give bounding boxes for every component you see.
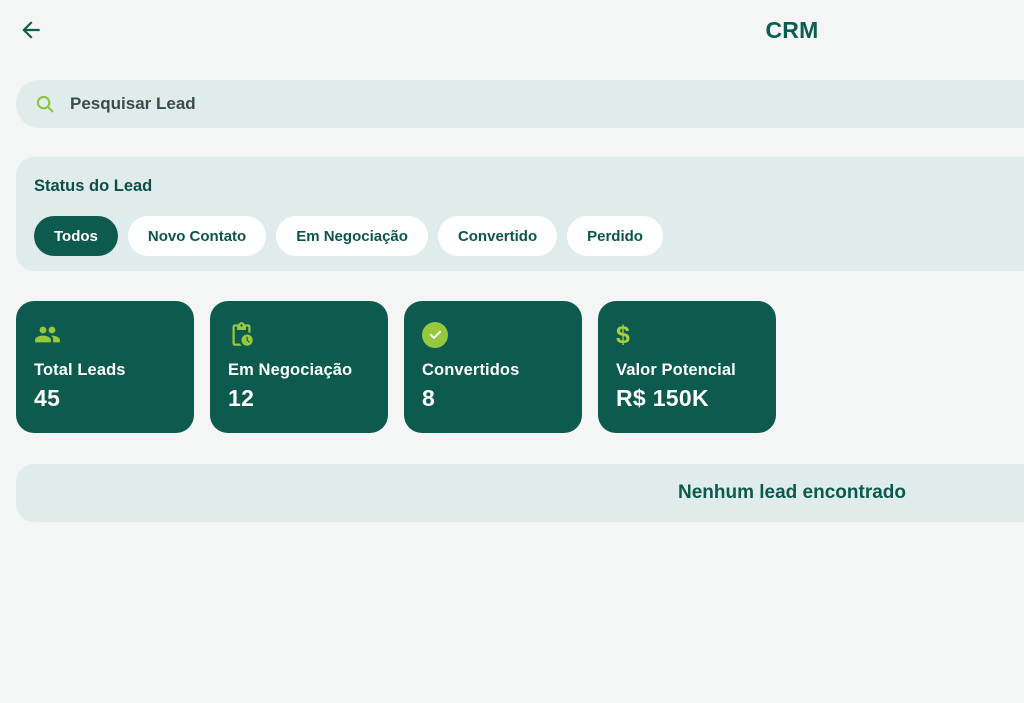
search-icon <box>34 93 56 115</box>
crm-screen: CRM Status do Lead Todos Novo Contato Em… <box>0 0 1024 703</box>
stat-card-total-leads: Total Leads 45 <box>16 301 194 433</box>
filter-pill-em-negociacao[interactable]: Em Negociação <box>276 216 428 256</box>
stat-value: 8 <box>422 385 436 411</box>
check-circle-icon <box>422 321 564 348</box>
page-title: CRM <box>765 17 819 43</box>
dollar-icon: $ <box>616 320 630 349</box>
stat-label: Valor Potencial <box>616 361 736 379</box>
search-bar[interactable] <box>16 80 1024 128</box>
filter-pill-convertido[interactable]: Convertido <box>437 216 558 256</box>
stat-value: 45 <box>34 385 61 411</box>
filter-pill-row: Todos Novo Contato Em Negociação Convert… <box>34 216 1024 256</box>
filter-title: Status do Lead <box>34 177 153 195</box>
empty-state-bar: Nenhum lead encontrado <box>16 464 1024 522</box>
people-icon <box>34 321 176 348</box>
stat-label: Em Negociação <box>228 361 353 379</box>
stat-value: R$ 150K <box>616 385 709 411</box>
filter-pill-todos[interactable]: Todos <box>34 216 118 256</box>
stat-card-valor-potencial: $ Valor Potencial R$ 150K <box>598 301 776 433</box>
header: CRM <box>0 0 1024 60</box>
clipboard-clock-icon <box>228 321 370 348</box>
empty-state-message: Nenhum lead encontrado <box>677 482 907 503</box>
lead-status-filter: Status do Lead Todos Novo Contato Em Neg… <box>16 157 1024 271</box>
stat-label: Convertidos <box>422 361 520 379</box>
stat-card-convertidos: Convertidos 8 <box>404 301 582 433</box>
stat-label: Total Leads <box>34 361 126 379</box>
stat-card-em-negociacao: Em Negociação 12 <box>210 301 388 433</box>
stats-row: Total Leads 45 Em Negociação 12 Converti… <box>16 301 1024 433</box>
search-input[interactable] <box>70 94 1024 114</box>
filter-pill-perdido[interactable]: Perdido <box>567 216 663 256</box>
stat-value: 12 <box>228 385 255 411</box>
filter-pill-novo-contato[interactable]: Novo Contato <box>127 216 267 256</box>
